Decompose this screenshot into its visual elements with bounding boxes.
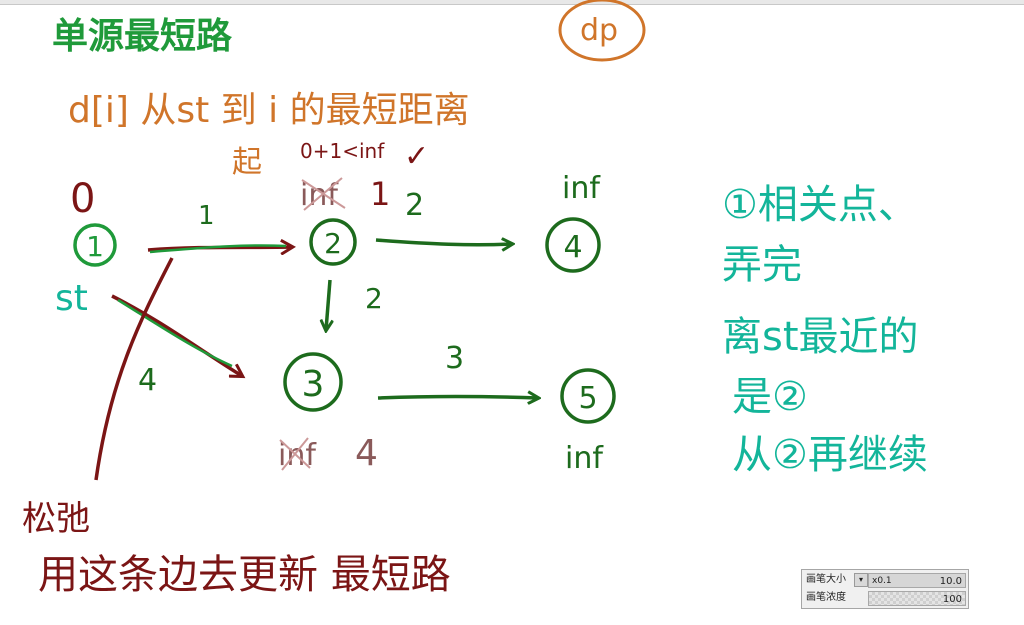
edge-2-4 — [375, 240, 512, 245]
start-label: 起 — [232, 145, 262, 180]
right-note-line-4: 是② — [732, 374, 808, 420]
brush-size-dropdown-button[interactable]: ▾ — [854, 573, 868, 587]
check-mark: ✓ — [404, 139, 429, 174]
edge-1-2-weight: 1 — [198, 201, 215, 231]
right-note-line-5: 从②再继续 — [732, 432, 928, 478]
brush-size-label: 画笔大小 — [806, 574, 846, 585]
node-4-distance: inf — [562, 171, 601, 206]
relax-label: 松弛 — [22, 499, 90, 539]
edge-1-3-weight: 4 — [138, 363, 157, 398]
node-5-label: 5 — [578, 381, 597, 416]
node-3-new-distance: 4 — [355, 433, 378, 474]
whiteboard-canvas: 单源最短路 dp d[i] 从st 到 i 的最短距离 起 0+1<inf ✓ … — [22, 0, 928, 598]
definition-note: d[i] 从st 到 i 的最短距离 — [68, 90, 470, 131]
node-2-new-distance: 1 — [370, 175, 390, 213]
node-1-st-label: st — [55, 278, 88, 319]
brush-density-value: 100 — [942, 594, 962, 605]
node-4-label: 4 — [563, 230, 582, 265]
dp-label: dp — [580, 13, 618, 48]
right-note-line-2: 弄完 — [722, 242, 802, 288]
brush-size-slider[interactable]: x0.1 10.0 — [868, 573, 966, 588]
brush-density-label: 画笔浓度 — [806, 592, 846, 603]
node-1-distance: 0 — [70, 176, 95, 222]
title-single-source-shortest-path: 单源最短路 — [52, 16, 233, 57]
brush-size-value: 10.0 — [939, 576, 962, 587]
brush-settings-panel: 画笔大小 ▾ x0.1 10.0 画笔浓度 100 — [801, 569, 969, 609]
edge-2-3-weight: 2 — [365, 282, 383, 315]
brush-density-slider[interactable]: 100 — [868, 591, 966, 606]
edge-2-3 — [326, 279, 330, 330]
node-5-distance: inf — [565, 441, 604, 476]
node-1-label: 1 — [86, 230, 104, 263]
compare-note: 0+1<inf — [300, 139, 385, 163]
edge-2-4-weight: 2 — [405, 188, 424, 223]
relax-pointer-line — [94, 257, 174, 481]
right-note-line-3: 离st最近的 — [722, 314, 919, 360]
edge-3-5 — [377, 397, 538, 399]
node-2-label: 2 — [324, 227, 342, 260]
node-3-label: 3 — [302, 364, 325, 405]
edge-3-5-weight: 3 — [445, 341, 464, 376]
brush-size-min: x0.1 — [872, 576, 892, 586]
relax-description: 用这条边去更新 最短路 — [38, 552, 451, 598]
right-note-line-1: ①相关点、 — [722, 182, 918, 228]
